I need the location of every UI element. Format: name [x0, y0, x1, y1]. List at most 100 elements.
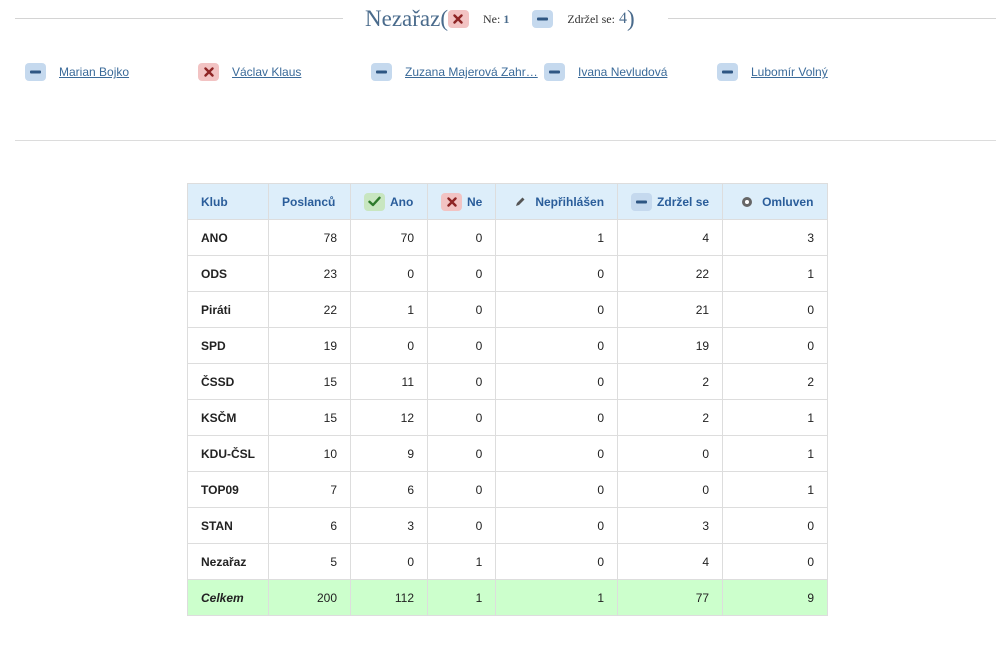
deputy-link[interactable]: Václav Klaus [232, 65, 301, 79]
cell-abstain: 0 [617, 435, 724, 472]
col-header-members: Poslanců [268, 183, 351, 220]
cell-no: 0 [426, 255, 497, 292]
cell-yes: 1 [350, 291, 428, 328]
cell-excused: 3 [722, 219, 829, 256]
cell-excused: 1 [722, 471, 829, 508]
table-row: ČSSD 15 11 0 0 2 2 [187, 363, 829, 400]
cell-members: 19 [268, 327, 351, 364]
stat-abstain-count: 4 [618, 10, 627, 27]
cell-yes: 0 [350, 543, 428, 580]
total-no: 1 [426, 579, 497, 616]
check-icon [364, 192, 385, 211]
col-header-club: Klub [187, 183, 269, 220]
cell-members: 5 [268, 543, 351, 580]
cell-excused: 0 [722, 543, 829, 580]
club-votes-table: Klub Poslanců Ano Ne Nepřihlášen Zdržel … [187, 183, 829, 616]
cell-excused: 0 [722, 327, 829, 364]
cell-no: 0 [426, 327, 497, 364]
club-name: TOP09 [187, 471, 269, 508]
cell-not-logged: 0 [495, 507, 619, 544]
cell-abstain: 0 [617, 471, 724, 508]
table-header-row: Klub Poslanců Ano Ne Nepřihlášen Zdržel … [187, 183, 829, 220]
cell-no: 0 [426, 399, 497, 436]
dash-icon [717, 63, 738, 81]
table-total-row: Celkem 200 112 1 1 77 9 [187, 579, 829, 616]
cell-not-logged: 0 [495, 471, 619, 508]
total-not-logged: 1 [495, 579, 619, 616]
deputy-link[interactable]: Zuzana Majerová Zahr… [405, 65, 538, 79]
cell-abstain: 19 [617, 327, 724, 364]
cell-yes: 70 [350, 219, 428, 256]
paren-open: ( [440, 6, 448, 31]
x-icon [441, 192, 462, 211]
club-name: STAN [187, 507, 269, 544]
club-name: Nezařaz [187, 543, 269, 580]
col-header-no: Ne [426, 183, 497, 220]
deputy-item: Lubomír Volný [717, 63, 828, 81]
deputy-link[interactable]: Marian Bojko [59, 65, 129, 79]
total-excused: 9 [722, 579, 829, 616]
col-header-excused: Omluven [722, 183, 829, 220]
cell-not-logged: 0 [495, 543, 619, 580]
cell-excused: 2 [722, 363, 829, 400]
cell-abstain: 2 [617, 399, 724, 436]
club-name: ANO [187, 219, 269, 256]
cell-not-logged: 0 [495, 363, 619, 400]
cell-not-logged: 0 [495, 291, 619, 328]
cell-members: 7 [268, 471, 351, 508]
stat-no-count: 1 [503, 11, 510, 26]
cell-not-logged: 0 [495, 255, 619, 292]
cell-members: 15 [268, 363, 351, 400]
col-header-not-logged: Nepřihlášen [495, 183, 619, 220]
dash-icon [371, 63, 392, 81]
dash-icon [532, 10, 554, 28]
dash-icon [631, 192, 653, 211]
cell-members: 10 [268, 435, 351, 472]
pencil-icon [509, 193, 530, 211]
stat-no-label: Ne: [482, 11, 501, 26]
deputy-link[interactable]: Ivana Nevludová [578, 65, 667, 79]
circle-dot-icon [736, 193, 757, 211]
group-title-wrap: Nezařaz ( Ne: 1 Zdržel se: 4 ) [365, 4, 635, 34]
cell-excused: 1 [722, 255, 829, 292]
cell-yes: 0 [350, 255, 428, 292]
cell-abstain: 22 [617, 255, 724, 292]
cell-yes: 0 [350, 327, 428, 364]
cell-no: 0 [426, 471, 497, 508]
cell-members: 6 [268, 507, 351, 544]
cell-excused: 0 [722, 507, 829, 544]
table-row: Nezařaz 5 0 1 0 4 0 [187, 543, 829, 580]
cell-yes: 6 [350, 471, 428, 508]
club-name: ODS [187, 255, 269, 292]
dash-icon [544, 63, 565, 81]
cell-members: 23 [268, 255, 351, 292]
table-row: ANO 78 70 0 1 4 3 [187, 219, 829, 256]
total-members: 200 [268, 579, 351, 616]
cell-abstain: 3 [617, 507, 724, 544]
cell-yes: 3 [350, 507, 428, 544]
total-abstain: 77 [617, 579, 724, 616]
cell-no: 0 [426, 507, 497, 544]
cell-excused: 1 [722, 399, 829, 436]
table-row: KDU-ČSL 10 9 0 0 0 1 [187, 435, 829, 472]
group-header: Nezařaz ( Ne: 1 Zdržel se: 4 ) [0, 0, 1001, 38]
table-row: SPD 19 0 0 0 19 0 [187, 327, 829, 364]
table-row: TOP09 7 6 0 0 0 1 [187, 471, 829, 508]
cell-members: 78 [268, 219, 351, 256]
deputy-item: Ivana Nevludová [544, 63, 667, 81]
deputy-link[interactable]: Lubomír Volný [751, 65, 828, 79]
cell-no: 0 [426, 219, 497, 256]
cell-no: 0 [426, 363, 497, 400]
table-row: STAN 6 3 0 0 3 0 [187, 507, 829, 544]
cell-yes: 9 [350, 435, 428, 472]
table-row: ODS 23 0 0 0 22 1 [187, 255, 829, 292]
cell-abstain: 2 [617, 363, 724, 400]
cell-no: 0 [426, 291, 497, 328]
col-header-yes: Ano [350, 183, 428, 220]
table-row: Piráti 22 1 0 0 21 0 [187, 291, 829, 328]
club-name: Piráti [187, 291, 269, 328]
cell-not-logged: 0 [495, 327, 619, 364]
club-name: SPD [187, 327, 269, 364]
group-title: Nezařaz [365, 6, 441, 31]
cell-excused: 1 [722, 435, 829, 472]
